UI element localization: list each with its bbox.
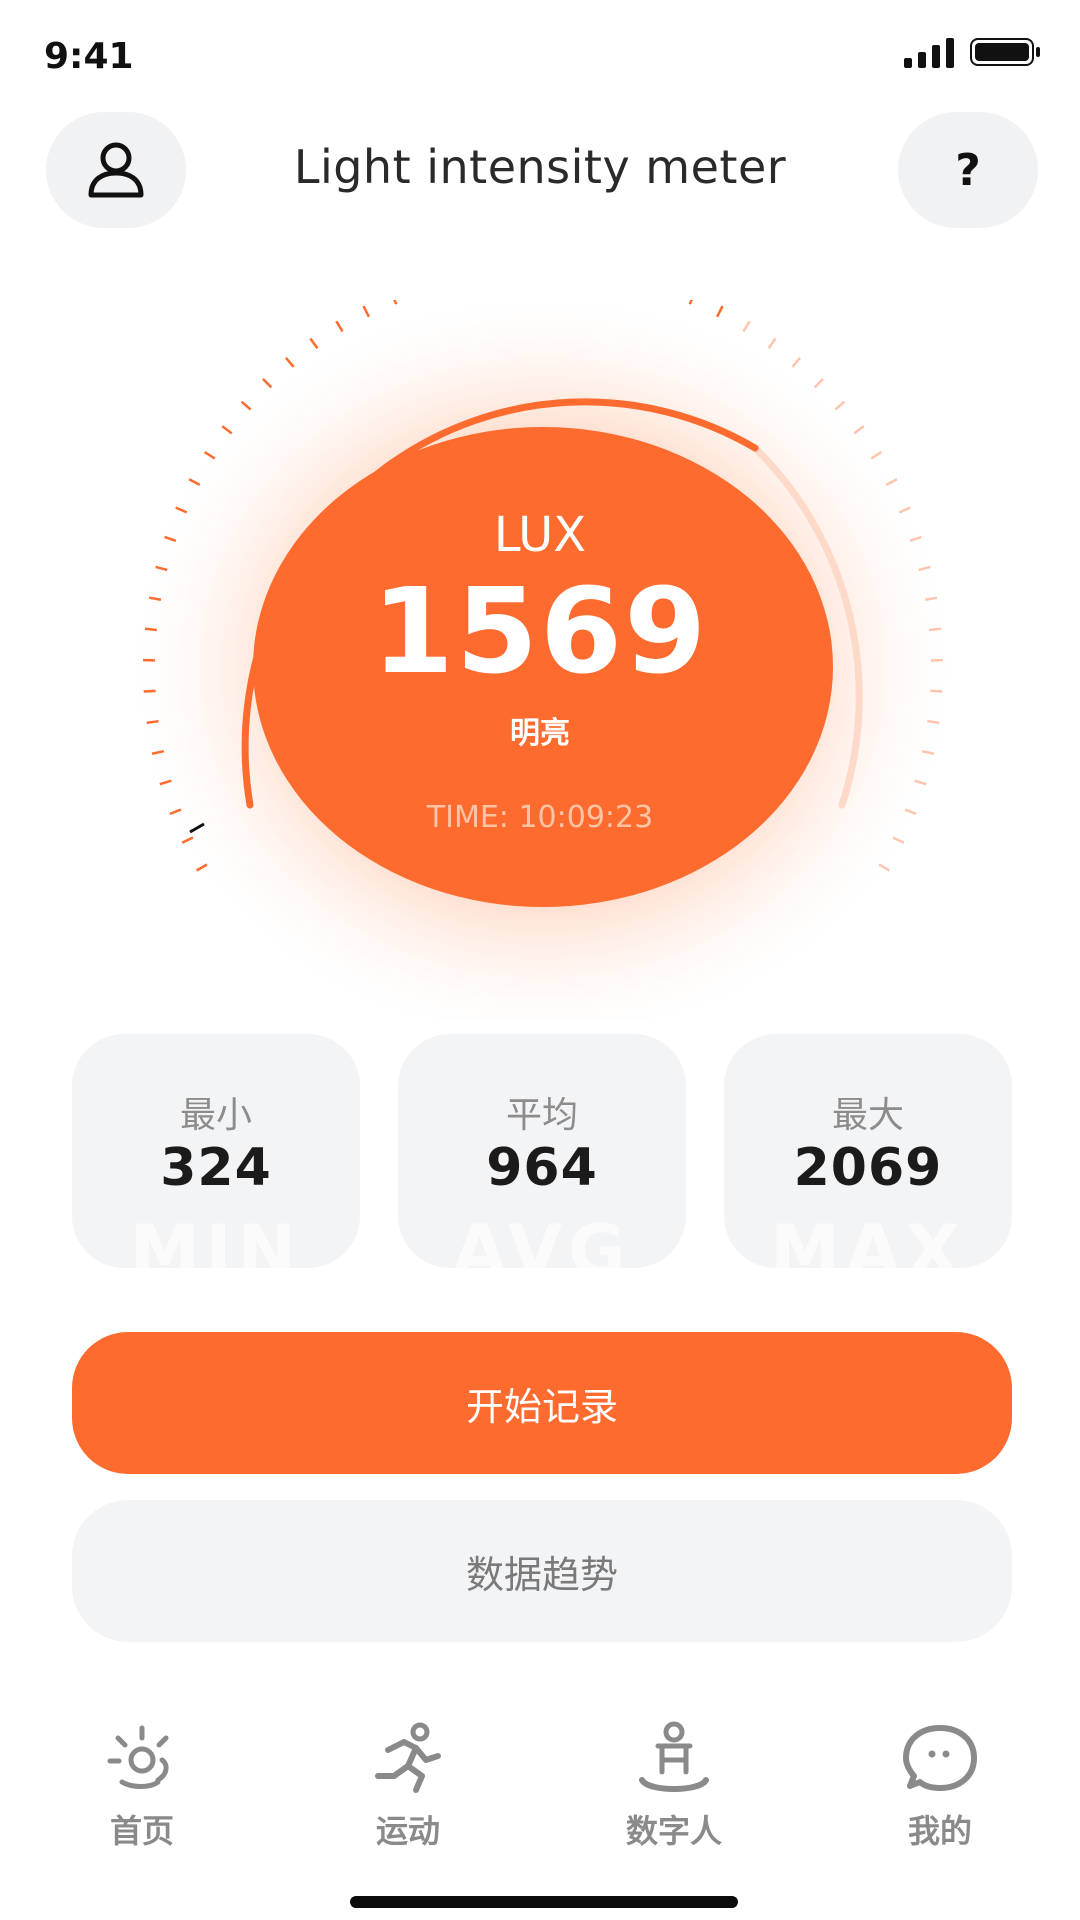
stat-card-min: MIN 最小 324 [72,1034,360,1268]
lux-gauge: LUX 1569 明亮 TIME: 10:09:23 [0,300,1080,1020]
sun-icon [107,1725,169,1789]
tab-sport[interactable]: 运动 [308,1720,508,1850]
profile-button[interactable] [46,112,186,228]
gauge-tick [716,305,724,318]
gauge-tick [309,337,319,350]
home-indicator [350,1896,738,1908]
stat-value: 964 [486,1138,598,1198]
gauge-tick [362,305,370,318]
gauge-tick [742,320,751,333]
lux-value: 1569 [371,562,709,700]
status-time: 9:41 [44,36,134,77]
status-bar: 9:41 [0,0,1080,110]
gauge-tick [393,300,398,305]
chat-face-icon [903,1725,977,1791]
tab-home[interactable]: 首页 [42,1720,242,1850]
data-trend-button[interactable]: 数据趋势 [72,1500,1012,1642]
lux-unit-label: LUX [493,507,587,563]
tab-label: 首页 [109,1812,174,1850]
light-meter-screen: 9:41 Light intensity meter ? LUX 1569 明亮… [0,0,1080,1920]
stat-label: 平均 [505,1095,578,1136]
stat-card-avg: AVG 平均 964 [398,1034,686,1268]
stat-label: 最大 [831,1095,904,1136]
tab-digital-human[interactable]: 数字人 [574,1720,774,1850]
stat-card-max: MAX 最大 2069 [724,1034,1012,1268]
gauge-tick [335,320,344,333]
help-icon: ? [955,144,981,196]
page-title: Light intensity meter [293,140,787,194]
stat-watermark: MAX [770,1210,966,1268]
help-button[interactable]: ? [898,112,1038,228]
brightness-label: 明亮 [510,716,570,751]
brightness-level: 明亮 [0,708,1080,752]
gauge-tick [688,300,693,305]
stat-watermark: MIN [129,1210,303,1268]
runner-icon [375,1722,441,1793]
right-bracket-icon [1,709,46,723]
stat-value: 2069 [793,1138,943,1198]
stat-label: 最小 [179,1095,252,1136]
digital-human-icon [639,1721,709,1792]
time-readout: TIME: 10:09:23 [426,800,654,835]
stat-value: 324 [160,1138,272,1198]
signal-icon [904,38,954,68]
stat-watermark: AVG [452,1210,632,1268]
gauge-tick [767,337,777,350]
tab-label: 数字人 [625,1812,722,1850]
tab-label: 运动 [375,1812,440,1850]
battery-icon [970,38,1040,66]
tab-label: 我的 [907,1812,972,1850]
user-icon [88,142,144,198]
tab-mine[interactable]: 我的 [840,1720,1040,1850]
start-recording-button[interactable]: 开始记录 [72,1332,1012,1474]
